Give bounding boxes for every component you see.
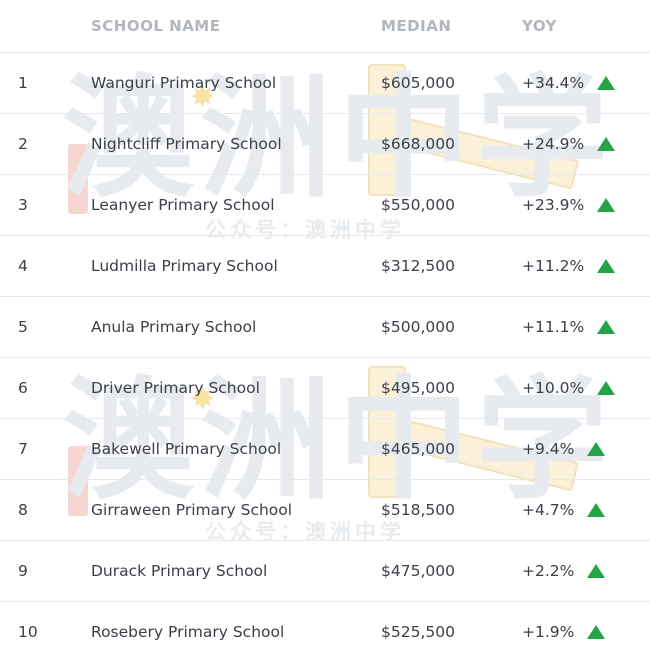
rank-cell: 7 (0, 419, 91, 480)
median-cell: $605,000 (381, 53, 522, 114)
median-cell: $465,000 (381, 419, 522, 480)
table-row: 5 Anula Primary School $500,000 +11.1% (0, 297, 650, 358)
triangle-up-icon (597, 381, 615, 395)
yoy-value: +4.7% (522, 501, 574, 519)
table-row: 10 Rosebery Primary School $525,500 +1.9… (0, 602, 650, 662)
yoy-cell: +4.7% (522, 480, 650, 541)
median-cell: $550,000 (381, 175, 522, 236)
triangle-up-icon (587, 442, 605, 456)
yoy-cell: +2.2% (522, 541, 650, 602)
yoy-cell: +11.2% (522, 236, 650, 297)
triangle-up-icon (597, 320, 615, 334)
triangle-up-icon (597, 198, 615, 212)
yoy-value: +11.2% (522, 257, 584, 275)
yoy-value: +10.0% (522, 379, 584, 397)
triangle-up-icon (587, 503, 605, 517)
rank-cell: 10 (0, 602, 91, 662)
triangle-up-icon (597, 76, 615, 90)
triangle-up-icon (597, 259, 615, 273)
school-name-column-header[interactable]: SCHOOL NAME (91, 0, 381, 53)
rank-column-header (0, 0, 91, 53)
table-row: 4 Ludmilla Primary School $312,500 +11.2… (0, 236, 650, 297)
rank-cell: 5 (0, 297, 91, 358)
yoy-value: +23.9% (522, 196, 584, 214)
school-name-cell: Anula Primary School (91, 297, 381, 358)
median-cell: $518,500 (381, 480, 522, 541)
school-name-cell: Wanguri Primary School (91, 53, 381, 114)
school-name-cell: Bakewell Primary School (91, 419, 381, 480)
triangle-up-icon (587, 625, 605, 639)
table-row: 2 Nightcliff Primary School $668,000 +24… (0, 114, 650, 175)
median-cell: $495,000 (381, 358, 522, 419)
school-name-cell: Durack Primary School (91, 541, 381, 602)
school-name-cell: Driver Primary School (91, 358, 381, 419)
median-column-header[interactable]: MEDIAN (381, 0, 522, 53)
yoy-cell: +24.9% (522, 114, 650, 175)
median-cell: $475,000 (381, 541, 522, 602)
yoy-value: +2.2% (522, 562, 574, 580)
yoy-value: +9.4% (522, 440, 574, 458)
rank-cell: 3 (0, 175, 91, 236)
yoy-cell: +10.0% (522, 358, 650, 419)
yoy-value: +1.9% (522, 623, 574, 641)
table-row: 3 Leanyer Primary School $550,000 +23.9% (0, 175, 650, 236)
rank-cell: 8 (0, 480, 91, 541)
median-cell: $500,000 (381, 297, 522, 358)
rank-cell: 1 (0, 53, 91, 114)
table-row: 7 Bakewell Primary School $465,000 +9.4% (0, 419, 650, 480)
table-row: 6 Driver Primary School $495,000 +10.0% (0, 358, 650, 419)
yoy-cell: +1.9% (522, 602, 650, 662)
triangle-up-icon (587, 564, 605, 578)
yoy-cell: +34.4% (522, 53, 650, 114)
school-name-cell: Ludmilla Primary School (91, 236, 381, 297)
yoy-cell: +11.1% (522, 297, 650, 358)
yoy-value: +24.9% (522, 135, 584, 153)
school-name-cell: Rosebery Primary School (91, 602, 381, 662)
school-name-cell: Leanyer Primary School (91, 175, 381, 236)
table-row: 8 Girraween Primary School $518,500 +4.7… (0, 480, 650, 541)
school-name-cell: Girraween Primary School (91, 480, 381, 541)
table-header-row: SCHOOL NAME MEDIAN YOY (0, 0, 650, 53)
rank-cell: 6 (0, 358, 91, 419)
table-body: 1 Wanguri Primary School $605,000 +34.4%… (0, 53, 650, 662)
yoy-cell: +23.9% (522, 175, 650, 236)
rank-cell: 9 (0, 541, 91, 602)
table-row: 9 Durack Primary School $475,000 +2.2% (0, 541, 650, 602)
school-name-cell: Nightcliff Primary School (91, 114, 381, 175)
median-cell: $668,000 (381, 114, 522, 175)
rank-cell: 4 (0, 236, 91, 297)
school-median-table: SCHOOL NAME MEDIAN YOY 1 Wanguri Primary… (0, 0, 650, 662)
triangle-up-icon (597, 137, 615, 151)
yoy-cell: +9.4% (522, 419, 650, 480)
yoy-value: +34.4% (522, 74, 584, 92)
table-row: 1 Wanguri Primary School $605,000 +34.4% (0, 53, 650, 114)
median-cell: $312,500 (381, 236, 522, 297)
yoy-column-header[interactable]: YOY (522, 0, 650, 53)
rank-cell: 2 (0, 114, 91, 175)
yoy-value: +11.1% (522, 318, 584, 336)
median-cell: $525,500 (381, 602, 522, 662)
